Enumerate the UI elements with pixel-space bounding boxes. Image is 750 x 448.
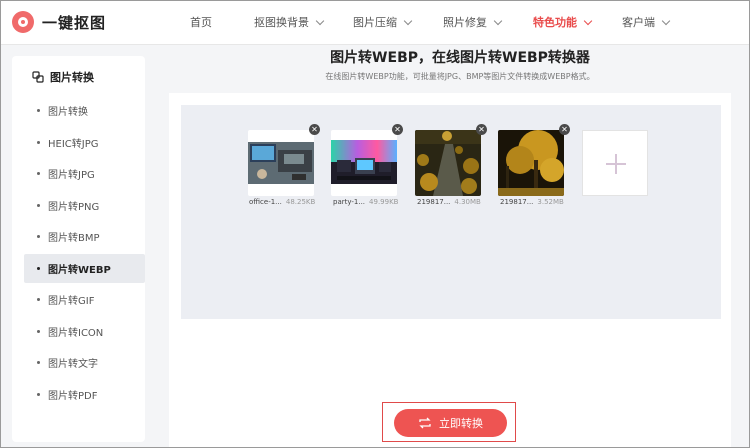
bullet-icon (37, 266, 40, 270)
sidebar-item-label: 图片转PDF (48, 390, 98, 402)
bullet-icon (37, 361, 40, 364)
swap-icon (419, 417, 431, 429)
sidebar-title: 图片转换 (32, 69, 94, 85)
file-size: 3.52MB (537, 198, 564, 206)
sidebar-item-to-text[interactable]: 图片转文字 (24, 348, 145, 377)
convert-button-label: 立即转换 (439, 417, 483, 430)
sidebar: 图片转换 图片转换 HEIC转JPG 图片转JPG 图片转PNG 图片转BMP … (12, 56, 145, 442)
remove-file-icon[interactable]: ✕ (559, 124, 570, 135)
sidebar-item-label: 图片转BMP (48, 233, 100, 244)
logo-icon (12, 11, 34, 33)
sidebar-title-label: 图片转换 (50, 71, 94, 84)
brand-name: 一键抠图 (42, 13, 107, 32)
nav-photo-repair[interactable]: 照片修复 (443, 14, 533, 30)
remove-file-icon[interactable]: ✕ (476, 124, 487, 135)
sidebar-item-label: 图片转WEBP (48, 264, 111, 276)
file-preview-image (498, 130, 564, 196)
chevron-down-icon (403, 16, 413, 25)
nav-label: 照片修复 (443, 16, 487, 29)
chevron-down-icon (493, 16, 503, 25)
file-preview-image (415, 130, 481, 196)
sidebar-item-to-jpg[interactable]: 图片转JPG (24, 159, 145, 188)
nav-image-compress[interactable]: 图片压缩 (353, 14, 443, 30)
bullet-icon (37, 235, 40, 238)
remove-file-icon[interactable]: ✕ (309, 124, 320, 135)
sidebar-item-image-convert[interactable]: 图片转换 (24, 96, 145, 125)
file-name: party-1... (333, 198, 366, 206)
bullet-icon (37, 329, 40, 333)
nav-label: 客户端 (622, 16, 655, 29)
add-file-button[interactable] (582, 130, 648, 196)
file-thumbnail[interactable]: ✕ (248, 124, 320, 196)
file-thumbnail[interactable]: ✕ (331, 124, 403, 196)
nav-home[interactable]: 首页 (190, 14, 254, 30)
nav-label: 首页 (190, 16, 212, 29)
chevron-down-icon (315, 16, 325, 25)
nav-label: 特色功能 (533, 16, 577, 29)
file-name: office-1... (249, 198, 282, 206)
chevron-down-icon (583, 16, 593, 25)
sidebar-item-heic-to-jpg[interactable]: HEIC转JPG (24, 128, 145, 157)
sidebar-item-to-pdf[interactable]: 图片转PDF (24, 380, 145, 409)
sidebar-item-label: 图片转换 (48, 107, 88, 118)
file-thumbnail[interactable]: ✕ (498, 124, 570, 196)
bullet-icon (37, 172, 40, 175)
file-name: 219817... (500, 198, 534, 206)
sidebar-item-to-webp[interactable]: 图片转WEBP (24, 253, 145, 283)
main-nav: 首页 抠图换背景 图片压缩 照片修复 特色功能 客户端 (190, 0, 692, 44)
nav-label: 图片压缩 (353, 16, 397, 29)
file-label: 219817... 3.52MB (500, 198, 600, 206)
chevron-down-icon (661, 16, 671, 25)
convert-now-button[interactable]: 立即转换 (394, 409, 507, 437)
sidebar-list: 图片转换 HEIC转JPG 图片转JPG 图片转PNG 图片转BMP 图片转WE… (24, 96, 145, 411)
bullet-icon (37, 109, 40, 112)
bullet-icon (37, 392, 40, 396)
sidebar-item-label: 图片转JPG (48, 170, 95, 181)
sidebar-item-label: 图片转文字 (48, 359, 98, 370)
bullet-icon (37, 140, 40, 144)
nav-cutout-background[interactable]: 抠图换背景 (254, 14, 353, 30)
sidebar-item-to-gif[interactable]: 图片转GIF (24, 285, 145, 314)
nav-special-features[interactable]: 特色功能 (533, 14, 622, 30)
bullet-icon (37, 298, 40, 301)
sidebar-item-to-icon[interactable]: 图片转ICON (24, 317, 145, 346)
page-title: 图片转WEBP，在线图片转WEBP转换器 (330, 50, 590, 66)
sidebar-item-label: 图片转ICON (48, 327, 104, 339)
sidebar-item-label: HEIC转JPG (48, 138, 99, 150)
nav-label: 抠图换背景 (254, 16, 309, 29)
file-preview-image (248, 130, 314, 196)
remove-file-icon[interactable]: ✕ (392, 124, 403, 135)
sidebar-item-label: 图片转PNG (48, 201, 100, 213)
top-navigation-bar: 一键抠图 首页 抠图换背景 图片压缩 照片修复 特色功能 客户端 (0, 0, 750, 45)
file-name: 219817... (417, 198, 451, 206)
sidebar-item-to-bmp[interactable]: 图片转BMP (24, 222, 145, 251)
brand-logo[interactable]: 一键抠图 (12, 11, 106, 33)
file-size: 48.25KB (285, 198, 316, 206)
bullet-icon (37, 203, 40, 207)
nav-client[interactable]: 客户端 (622, 14, 692, 30)
convert-icon (32, 71, 44, 83)
page-subtitle: 在线图片转WEBP功能，可批量将JPG、BMP等图片文件转换成WEBP格式。 (325, 72, 595, 81)
file-preview-image (331, 130, 397, 196)
file-thumbnail[interactable]: ✕ (415, 124, 487, 196)
sidebar-item-label: 图片转GIF (48, 296, 95, 307)
file-size: 4.30MB (454, 198, 481, 206)
file-size: 49.99KB (369, 198, 399, 206)
sidebar-item-to-png[interactable]: 图片转PNG (24, 191, 145, 220)
